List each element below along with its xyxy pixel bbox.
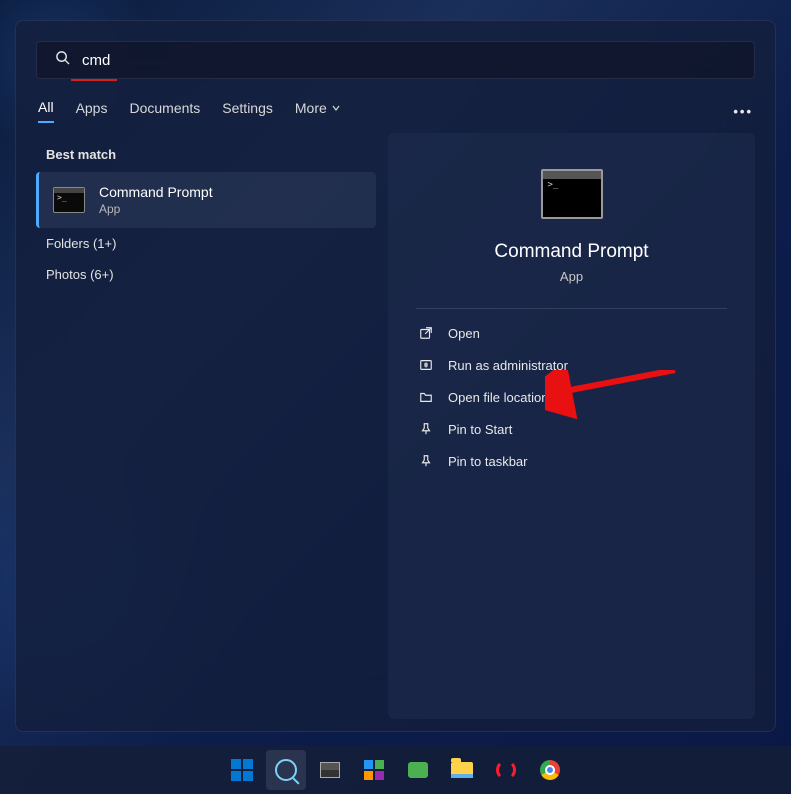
action-label: Run as administrator	[448, 358, 568, 373]
open-icon	[418, 325, 434, 341]
search-icon	[275, 759, 297, 781]
tab-more[interactable]: More	[295, 100, 341, 122]
more-options-button[interactable]: •••	[733, 104, 753, 119]
pin-icon	[418, 421, 434, 437]
file-explorer-button[interactable]	[442, 750, 482, 790]
action-pin-to-start[interactable]: Pin to Start	[416, 413, 727, 445]
action-label: Open file location	[448, 390, 548, 405]
category-folders[interactable]: Folders (1+)	[36, 228, 376, 259]
taskbar-search-button[interactable]	[266, 750, 306, 790]
action-open-file-location[interactable]: Open file location	[416, 381, 727, 413]
tab-documents[interactable]: Documents	[129, 100, 200, 122]
search-input[interactable]	[82, 52, 736, 69]
opera-icon	[496, 760, 516, 780]
task-view-icon	[320, 762, 340, 778]
start-button[interactable]	[222, 750, 262, 790]
result-title: Command Prompt	[99, 184, 213, 200]
windows-logo-icon	[231, 759, 253, 781]
chat-icon	[408, 762, 428, 778]
detail-title: Command Prompt	[494, 241, 648, 263]
action-open[interactable]: Open	[416, 317, 727, 349]
taskbar	[0, 746, 791, 794]
tab-settings[interactable]: Settings	[222, 100, 273, 122]
action-label: Pin to taskbar	[448, 454, 528, 469]
pin-icon	[418, 453, 434, 469]
folder-icon	[451, 762, 473, 778]
search-icon	[55, 50, 70, 70]
start-search-panel: All Apps Documents Settings More ••• Bes…	[15, 20, 776, 732]
result-subtitle: App	[99, 202, 213, 216]
actions-list: Open Run as administrator	[416, 309, 727, 477]
detail-subtitle: App	[560, 269, 583, 284]
action-pin-to-taskbar[interactable]: Pin to taskbar	[416, 445, 727, 477]
search-box[interactable]	[36, 41, 755, 79]
action-run-as-administrator[interactable]: Run as administrator	[416, 349, 727, 381]
widgets-button[interactable]	[354, 750, 394, 790]
tab-all[interactable]: All	[38, 99, 54, 123]
action-label: Pin to Start	[448, 422, 512, 437]
chrome-button[interactable]	[530, 750, 570, 790]
opera-button[interactable]	[486, 750, 526, 790]
action-label: Open	[448, 326, 480, 341]
category-photos[interactable]: Photos (6+)	[36, 259, 376, 290]
command-prompt-icon	[541, 169, 603, 219]
command-prompt-icon	[53, 187, 85, 213]
detail-panel: Command Prompt App Open	[388, 133, 755, 719]
task-view-button[interactable]	[310, 750, 350, 790]
section-best-match: Best match	[36, 133, 376, 172]
result-command-prompt[interactable]: Command Prompt App	[36, 172, 376, 228]
admin-shield-icon	[418, 357, 434, 373]
widgets-icon	[364, 760, 384, 780]
results-column: Best match Command Prompt App Folders (1…	[36, 133, 376, 719]
annotation-underline	[71, 79, 117, 81]
filter-tabs: All Apps Documents Settings More •••	[36, 99, 755, 133]
folder-icon	[418, 389, 434, 405]
tab-apps[interactable]: Apps	[76, 100, 108, 122]
chrome-icon	[540, 760, 560, 780]
chevron-down-icon	[331, 100, 341, 116]
chat-button[interactable]	[398, 750, 438, 790]
